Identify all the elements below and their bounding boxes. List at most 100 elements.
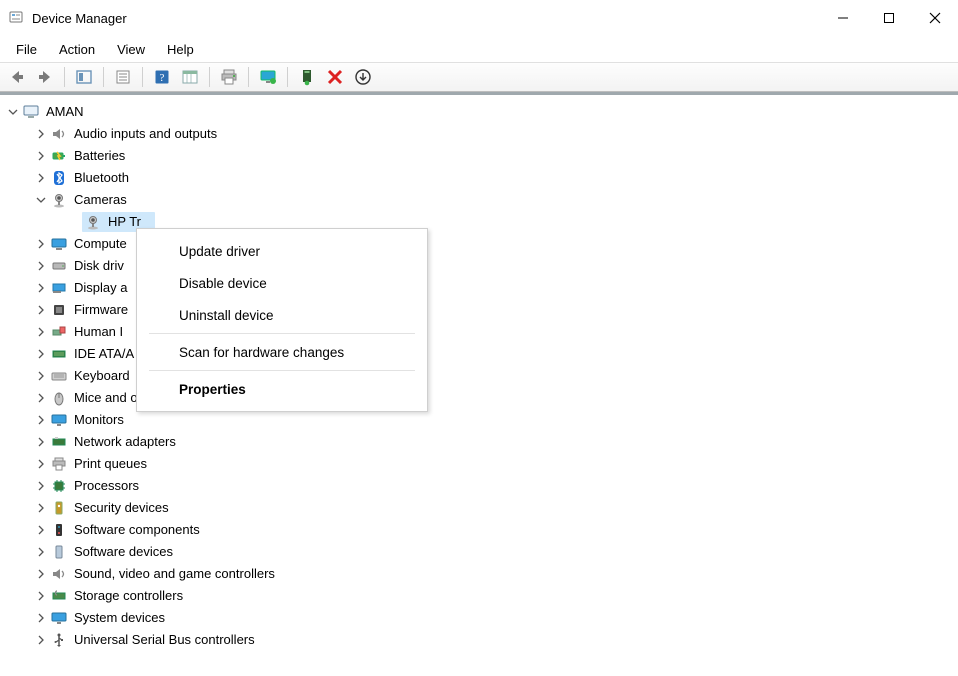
tree-item-label: Human I [74,321,123,343]
tree-item-label: IDE ATA/A [74,343,134,365]
tree-item-sound[interactable]: Sound, video and game controllers [4,563,952,585]
tree-item-audio[interactable]: Audio inputs and outputs [4,123,952,145]
tree-item-label: Audio inputs and outputs [74,123,217,145]
properties-button[interactable] [110,65,136,89]
ide-icon [50,345,68,363]
menu-action[interactable]: Action [49,40,105,59]
tree-item-label: Universal Serial Bus controllers [74,629,255,651]
chevron-right-icon[interactable] [34,545,48,559]
ctx-properties[interactable]: Properties [137,373,427,405]
chevron-spacer [66,215,80,229]
window-title: Device Manager [32,11,127,26]
battery-icon [50,147,68,165]
tree-item-label: Software devices [74,541,173,563]
menu-view[interactable]: View [107,40,155,59]
ctx-separator [149,370,415,371]
speaker-icon [50,565,68,583]
tree-item-label: Security devices [74,497,169,519]
forward-button[interactable] [32,65,58,89]
ctx-disable-device[interactable]: Disable device [137,267,427,299]
tree-item-print[interactable]: Print queues [4,453,952,475]
tree-item-label: Keyboard [74,365,130,387]
tree-item-label: Display a [74,277,127,299]
storage-icon [50,587,68,605]
tree-item-monitors[interactable]: Monitors [4,409,952,431]
toolbar: ? [0,62,958,92]
tree-item-software-devices[interactable]: Software devices [4,541,952,563]
tree-item-cameras[interactable]: Cameras [4,189,952,211]
chevron-down-icon[interactable] [6,105,20,119]
firmware-icon [50,301,68,319]
scan-hardware-button[interactable] [294,65,320,89]
tree-item-label: Sound, video and game controllers [74,563,275,585]
title-bar: Device Manager [0,0,958,36]
tree-item-label: Batteries [74,145,125,167]
back-button[interactable] [4,65,30,89]
speaker-icon [50,125,68,143]
chevron-right-icon[interactable] [34,589,48,603]
uninstall-button[interactable] [322,65,348,89]
chevron-right-icon[interactable] [34,633,48,647]
update-driver-button[interactable] [350,65,376,89]
chevron-right-icon[interactable] [34,237,48,251]
tree-item-system[interactable]: System devices [4,607,952,629]
computer-icon [22,103,40,121]
ctx-update-driver[interactable]: Update driver [137,235,427,267]
chevron-right-icon[interactable] [34,523,48,537]
monitor-icon [50,411,68,429]
tree-item-label: Network adapters [74,431,176,453]
ctx-uninstall-device[interactable]: Uninstall device [137,299,427,331]
menu-file[interactable]: File [6,40,47,59]
tree-item-label: Processors [74,475,139,497]
display-button[interactable] [255,65,281,89]
tree-root-label: AMAN [46,101,84,123]
chevron-right-icon[interactable] [34,149,48,163]
tree-item-bluetooth[interactable]: Bluetooth [4,167,952,189]
view-button[interactable] [177,65,203,89]
tree-item-label: Print queues [74,453,147,475]
chevron-right-icon[interactable] [34,303,48,317]
tree-item-label: Software components [74,519,200,541]
chevron-right-icon[interactable] [34,435,48,449]
chevron-right-icon[interactable] [34,391,48,405]
close-button[interactable] [912,0,958,36]
chevron-right-icon[interactable] [34,457,48,471]
chevron-down-icon[interactable] [34,193,48,207]
system-icon [50,609,68,627]
ctx-scan-hardware[interactable]: Scan for hardware changes [137,336,427,368]
chevron-right-icon[interactable] [34,501,48,515]
chevron-right-icon[interactable] [34,611,48,625]
chevron-right-icon[interactable] [34,479,48,493]
network-icon [50,433,68,451]
chevron-right-icon[interactable] [34,369,48,383]
tree-item-network[interactable]: Network adapters [4,431,952,453]
tree-item-label: Monitors [74,409,124,431]
menu-help[interactable]: Help [157,40,204,59]
tree-item-label: Compute [74,233,127,255]
tree-item-label: Cameras [74,189,127,211]
tree-item-usb[interactable]: Universal Serial Bus controllers [4,629,952,651]
tree-item-label: Firmware [74,299,128,321]
tree-item-software-components[interactable]: Software components [4,519,952,541]
chevron-right-icon[interactable] [34,171,48,185]
disk-icon [50,257,68,275]
software-icon [50,543,68,561]
tree-root[interactable]: AMAN [4,101,952,123]
show-hide-console-tree-button[interactable] [71,65,97,89]
help-button[interactable]: ? [149,65,175,89]
chevron-right-icon[interactable] [34,413,48,427]
chevron-right-icon[interactable] [34,325,48,339]
chevron-right-icon[interactable] [34,567,48,581]
tree-item-processors[interactable]: Processors [4,475,952,497]
chevron-right-icon[interactable] [34,259,48,273]
print-button[interactable] [216,65,242,89]
gpu-icon [50,279,68,297]
tree-item-security[interactable]: Security devices [4,497,952,519]
chevron-right-icon[interactable] [34,127,48,141]
chevron-right-icon[interactable] [34,281,48,295]
chevron-right-icon[interactable] [34,347,48,361]
maximize-button[interactable] [866,0,912,36]
minimize-button[interactable] [820,0,866,36]
tree-item-batteries[interactable]: Batteries [4,145,952,167]
tree-item-storage[interactable]: Storage controllers [4,585,952,607]
